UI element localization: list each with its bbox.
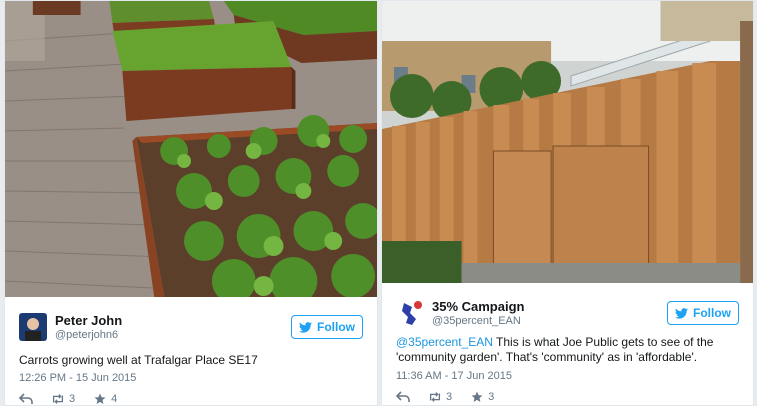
- twitter-bird-icon: [675, 307, 688, 319]
- avatar[interactable]: [19, 313, 47, 341]
- tweet-timestamp[interactable]: 11:36 AM - 17 Jun 2015: [396, 370, 512, 382]
- tweet-header: Peter John @peterjohn6 Follow: [5, 303, 377, 347]
- tweet-header: 35% Campaign @35percent_EAN Follow: [382, 289, 753, 333]
- tweet-card: Peter John @peterjohn6 Follow Carrots gr…: [4, 0, 378, 406]
- author-name[interactable]: 35% Campaign: [432, 299, 524, 314]
- reply-button[interactable]: [19, 393, 33, 405]
- author-handle[interactable]: @peterjohn6: [55, 329, 118, 341]
- follow-button[interactable]: Follow: [291, 315, 363, 339]
- follow-button[interactable]: Follow: [667, 301, 739, 325]
- reply-icon: [19, 393, 33, 404]
- star-icon: [94, 393, 106, 404]
- tweet-text: @35percent_EAN This is what Joe Public g…: [396, 335, 741, 365]
- star-icon: [471, 391, 483, 402]
- tweet-actions: 3 3: [396, 390, 512, 404]
- avatar[interactable]: [396, 299, 424, 327]
- mention-link[interactable]: @35percent_EAN: [396, 335, 493, 349]
- retweet-count: 3: [446, 391, 453, 403]
- favorite-button[interactable]: 3: [470, 391, 494, 403]
- author-name[interactable]: Peter John: [55, 313, 122, 328]
- retweet-button[interactable]: 3: [428, 391, 452, 403]
- follow-label: Follow: [317, 320, 355, 334]
- tweet-card: 35% Campaign @35percent_EAN Follow @35pe…: [381, 0, 754, 406]
- tweet-actions: 3 4: [19, 392, 135, 405]
- retweet-icon: [429, 392, 441, 402]
- tweet-photo[interactable]: [382, 1, 753, 283]
- favorite-button[interactable]: 4: [93, 393, 117, 405]
- favorite-count: 3: [488, 391, 495, 403]
- follow-label: Follow: [693, 306, 731, 320]
- reply-icon: [396, 391, 410, 402]
- reply-button[interactable]: [396, 391, 410, 403]
- author-handle[interactable]: @35percent_EAN: [432, 315, 521, 327]
- retweet-button[interactable]: 3: [51, 393, 75, 405]
- twitter-bird-icon: [299, 321, 312, 333]
- retweet-icon: [52, 394, 64, 404]
- tweet-text: Carrots growing well at Trafalgar Place …: [19, 353, 258, 367]
- retweet-count: 3: [69, 393, 76, 405]
- tweet-photo[interactable]: [5, 1, 377, 297]
- favorite-count: 4: [111, 393, 118, 405]
- tweet-timestamp[interactable]: 12:26 PM - 15 Jun 2015: [19, 372, 136, 384]
